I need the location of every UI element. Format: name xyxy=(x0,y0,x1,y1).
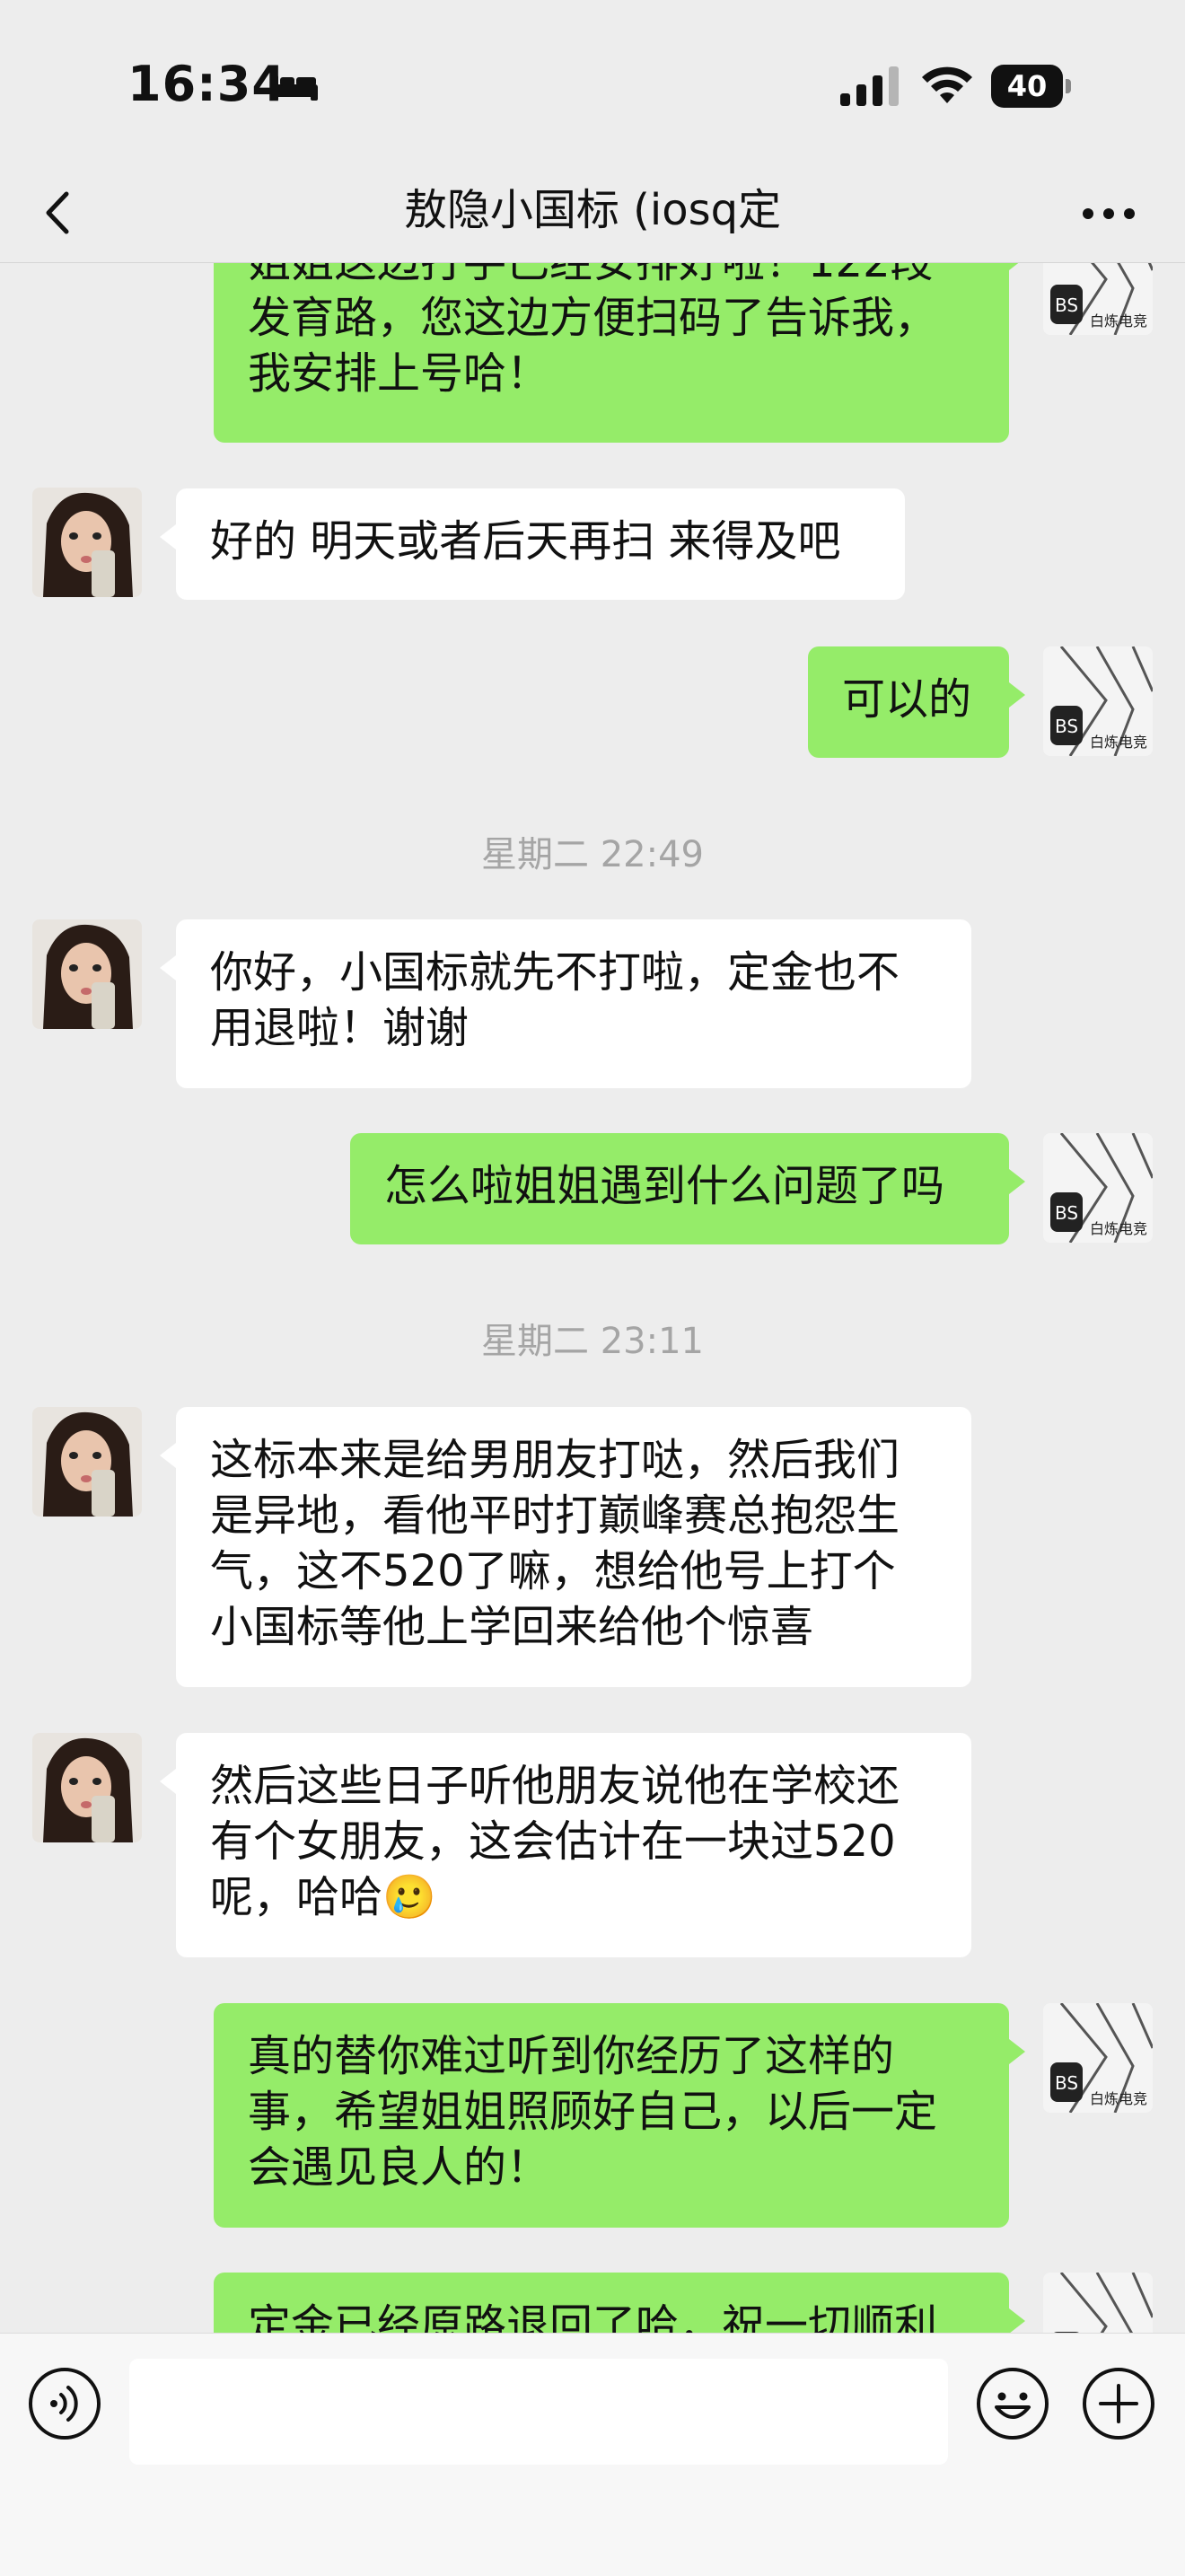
status-time: 16:34 xyxy=(127,56,286,112)
battery-level: 40 xyxy=(1006,69,1048,103)
svg-text:BS: BS xyxy=(1055,716,1078,737)
message-timestamp: 星期二 23:11 xyxy=(481,1321,704,1362)
message-bubble[interactable]: 你好，小国标就先不打啦，定金也不用退啦！谢谢 xyxy=(160,919,971,1088)
avatar-self[interactable]: BS白炼电竞 xyxy=(1043,2273,1153,2333)
svg-text:BS: BS xyxy=(1055,1202,1078,1224)
svg-text:白炼电竞: 白炼电竞 xyxy=(1090,734,1147,751)
more-icon[interactable] xyxy=(1077,187,1140,241)
message-bubble[interactable]: 好的 明天或者后天再扫 来得及吧 xyxy=(160,488,905,600)
avatar-contact[interactable] xyxy=(32,1733,142,1842)
message-bubble[interactable]: 定金已经原路退回了哈，祝一切顺利 xyxy=(214,2273,1025,2333)
avatar-contact[interactable] xyxy=(32,1407,142,1517)
input-bar xyxy=(0,2333,1185,2576)
wifi-icon xyxy=(922,66,972,103)
message-input[interactable] xyxy=(129,2359,948,2465)
svg-text:白炼电竞: 白炼电竞 xyxy=(1090,312,1147,330)
svg-text:BS: BS xyxy=(1055,2072,1078,2094)
status-bar: 16:34 40 xyxy=(0,0,1185,162)
avatar-self[interactable]: BS 白炼电竞 xyxy=(1043,2003,1153,2113)
svg-text:白炼电竞: 白炼电竞 xyxy=(1090,2090,1147,2107)
battery-icon: 40 xyxy=(991,65,1072,108)
chat-title: 敖隐小国标 (iosq定 xyxy=(403,185,782,235)
signal-icon xyxy=(840,66,899,106)
svg-text:BS: BS xyxy=(1055,295,1078,316)
emoji-icon[interactable] xyxy=(975,2366,1050,2441)
avatar-contact[interactable] xyxy=(32,919,142,1029)
avatar-contact[interactable] xyxy=(32,488,142,597)
message-bubble[interactable]: 可以的 xyxy=(808,646,1025,758)
chat-message-list[interactable]: 姐姐这边打手已经安排好啦！122段发育路，您这边方便扫码了告诉我，我安排上号哈！… xyxy=(0,263,1185,2333)
bed-icon xyxy=(271,75,318,101)
message-bubble[interactable]: 怎么啦姐姐遇到什么问题了吗 xyxy=(350,1133,1025,1244)
voice-icon[interactable] xyxy=(27,2366,102,2441)
message-bubble[interactable]: 姐姐这边打手已经安排好啦！122段发育路，您这边方便扫码了告诉我，我安排上号哈！ xyxy=(214,263,1025,443)
avatar-self[interactable]: BS 白炼电竞 xyxy=(1043,263,1153,335)
message-bubble[interactable]: 然后这些日子听他朋友说他在学校还有个女朋友，这会估计在一块过520呢，哈哈🥲 xyxy=(160,1733,971,1957)
chat-header: 敖隐小国标 (iosq定 xyxy=(0,162,1185,263)
plus-icon[interactable] xyxy=(1081,2366,1156,2441)
avatar-self[interactable]: BS 白炼电竞 xyxy=(1043,646,1153,756)
svg-text:白炼电竞: 白炼电竞 xyxy=(1090,1220,1147,1237)
message-timestamp: 星期二 22:49 xyxy=(481,834,704,875)
avatar-self[interactable]: BS 白炼电竞 xyxy=(1043,1133,1153,1243)
message-bubble[interactable]: 这标本来是给男朋友打哒，然后我们是异地，看他平时打巅峰赛总抱怨生气，这不520了… xyxy=(160,1407,971,1687)
message-bubble[interactable]: 真的替你难过听到你经历了这样的事，希望姐姐照顾好自己，以后一定会遇见良人的！ xyxy=(214,2003,1025,2228)
